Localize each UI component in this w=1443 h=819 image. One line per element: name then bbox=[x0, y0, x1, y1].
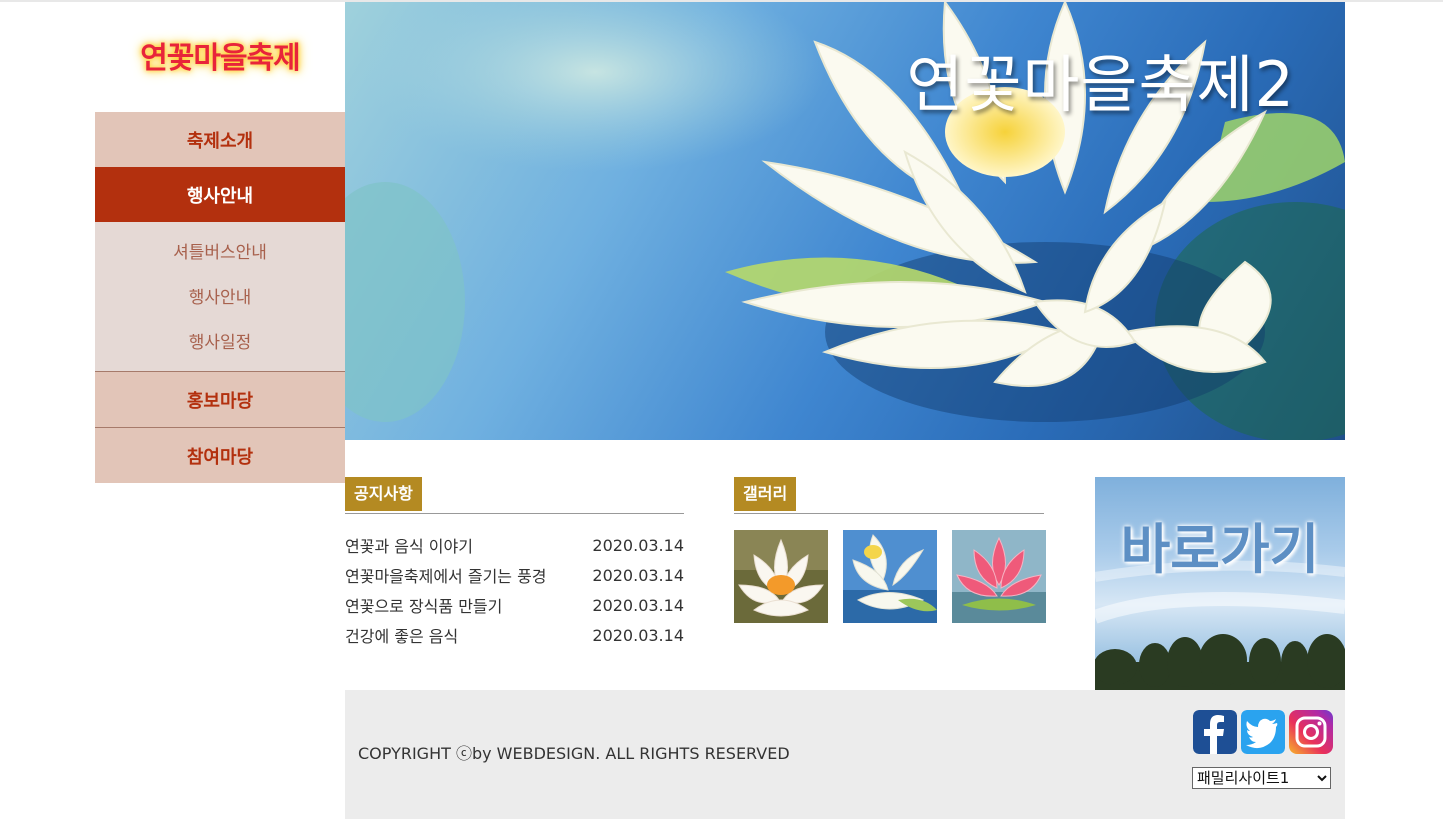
gallery-thumbnail-pink-lotus[interactable] bbox=[952, 530, 1046, 623]
family-site-select[interactable]: 패밀리사이트1 bbox=[1192, 767, 1331, 789]
notice-item[interactable]: 연꽃마을축제에서 즐기는 풍경 2020.03.14 bbox=[345, 560, 684, 590]
twitter-icon[interactable] bbox=[1241, 710, 1285, 754]
notice-title[interactable]: 공지사항 bbox=[345, 477, 422, 511]
gallery-title[interactable]: 갤러리 bbox=[734, 477, 797, 511]
nav-item-promotion[interactable]: 홍보마당 bbox=[95, 371, 345, 427]
submenu-item-event-info[interactable]: 행사안내 bbox=[95, 273, 345, 318]
nav-item-festival-intro[interactable]: 축제소개 bbox=[95, 112, 345, 167]
hero-banner: 연꽃마을축제2 bbox=[345, 2, 1345, 440]
submenu-item-event-schedule[interactable]: 행사일정 bbox=[95, 318, 345, 363]
notice-item-date: 2020.03.14 bbox=[592, 535, 684, 555]
site-logo[interactable]: 연꽃마을축제 bbox=[95, 20, 345, 90]
shortcut-banner[interactable]: 바로가기 bbox=[1095, 477, 1345, 690]
submenu: 셔틀버스안내 행사안내 행사일정 bbox=[95, 222, 345, 371]
submenu-item-shuttle-bus[interactable]: 셔틀버스안내 bbox=[95, 228, 345, 273]
instagram-icon[interactable] bbox=[1289, 710, 1333, 754]
gallery-thumbnail-white-orange-lotus[interactable] bbox=[734, 530, 828, 623]
notice-item-title: 연꽃으로 장식품 만들기 bbox=[345, 597, 503, 616]
facebook-icon[interactable] bbox=[1193, 710, 1237, 754]
notice-item[interactable]: 연꽃과 음식 이야기 2020.03.14 bbox=[345, 530, 684, 560]
copyright-text: COPYRIGHT ⓒby WEBDESIGN. ALL RIGHTS RESE… bbox=[358, 744, 790, 763]
sidebar-nav: 축제소개 행사안내 셔틀버스안내 행사안내 행사일정 홍보마당 참여마당 bbox=[95, 112, 345, 483]
notice-item[interactable]: 연꽃으로 장식품 만들기 2020.03.14 bbox=[345, 590, 684, 620]
hero-title: 연꽃마을축제2 bbox=[906, 48, 1295, 121]
notice-item-date: 2020.03.14 bbox=[592, 565, 684, 585]
nav-item-participation[interactable]: 참여마당 bbox=[95, 427, 345, 483]
nav-item-event-info[interactable]: 행사안내 bbox=[95, 167, 345, 222]
notice-list: 연꽃과 음식 이야기 2020.03.14 연꽃마을축제에서 즐기는 풍경 20… bbox=[345, 530, 684, 650]
notice-header: 공지사항 bbox=[345, 477, 684, 514]
gallery-thumbnails bbox=[734, 530, 1046, 623]
notice-item-title: 건강에 좋은 음식 bbox=[345, 627, 459, 646]
social-links bbox=[1193, 710, 1333, 754]
notice-item-date: 2020.03.14 bbox=[592, 625, 684, 645]
notice-item-title: 연꽃과 음식 이야기 bbox=[345, 537, 473, 556]
footer: COPYRIGHT ⓒby WEBDESIGN. ALL RIGHTS RESE… bbox=[345, 690, 1345, 819]
gallery-header: 갤러리 bbox=[734, 477, 1044, 514]
notice-item[interactable]: 건강에 좋은 음식 2020.03.14 bbox=[345, 620, 684, 650]
shortcut-label: 바로가기 bbox=[1120, 518, 1320, 581]
notice-item-date: 2020.03.14 bbox=[592, 595, 684, 615]
notice-item-title: 연꽃마을축제에서 즐기는 풍경 bbox=[345, 567, 547, 586]
gallery-thumbnail-white-lotus[interactable] bbox=[843, 530, 937, 623]
